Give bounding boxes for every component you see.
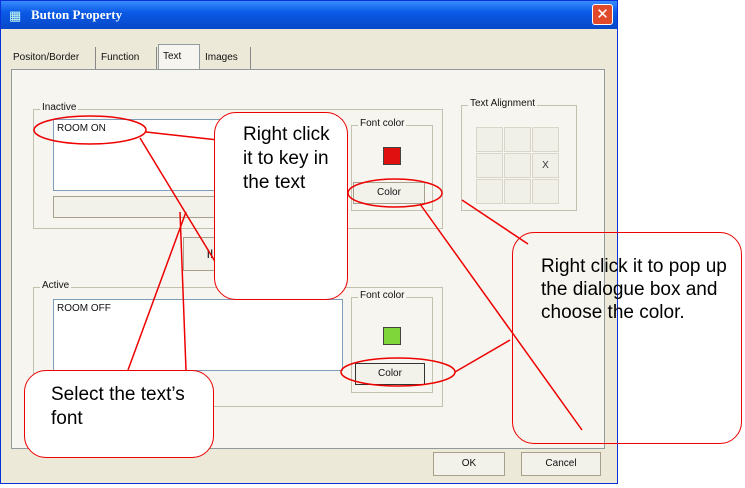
align-bottom-left[interactable]: [476, 179, 503, 204]
active-group-label: Active: [40, 280, 72, 291]
align-middle-center[interactable]: [504, 153, 531, 178]
tab-function[interactable]: Function: [97, 47, 157, 69]
align-middle-right[interactable]: X: [532, 153, 559, 178]
ok-button[interactable]: OK: [433, 452, 505, 476]
inactive-group-label: Inactive: [40, 102, 79, 113]
callout-key-in-text: Right click it to key in the text: [214, 112, 348, 300]
active-color-swatch: [383, 327, 401, 345]
inactive-color-button[interactable]: Color: [353, 182, 425, 204]
text-alignment-label: Text Alignment: [468, 98, 538, 109]
align-top-center[interactable]: [504, 127, 531, 152]
align-top-right[interactable]: [532, 127, 559, 152]
inactive-font-color-label: Font color: [358, 118, 407, 129]
align-bottom-center[interactable]: [504, 179, 531, 204]
tab-images[interactable]: Images: [201, 47, 251, 69]
inactive-color-swatch: [383, 147, 401, 165]
active-font-color-label: Font color: [358, 290, 407, 301]
align-bottom-right[interactable]: [532, 179, 559, 204]
active-color-button[interactable]: Color: [355, 363, 425, 385]
align-top-left[interactable]: [476, 127, 503, 152]
callout-select-font: Select the text’s font: [24, 370, 214, 458]
app-icon: ▦: [9, 8, 22, 23]
cancel-button[interactable]: Cancel: [521, 452, 601, 476]
callout-choose-color: Right click it to pop up the dialogue bo…: [512, 232, 742, 444]
active-text-field[interactable]: ROOM OFF: [53, 299, 343, 371]
close-button[interactable]: ✕: [592, 4, 613, 25]
alignment-grid: X: [476, 127, 560, 205]
title-bar: ▦ Button Property ✕: [1, 1, 617, 29]
tab-text[interactable]: Text: [158, 44, 200, 70]
window-title: Button Property: [31, 7, 123, 22]
align-middle-left[interactable]: [476, 153, 503, 178]
tab-position-border[interactable]: Positon/Border: [9, 47, 96, 69]
